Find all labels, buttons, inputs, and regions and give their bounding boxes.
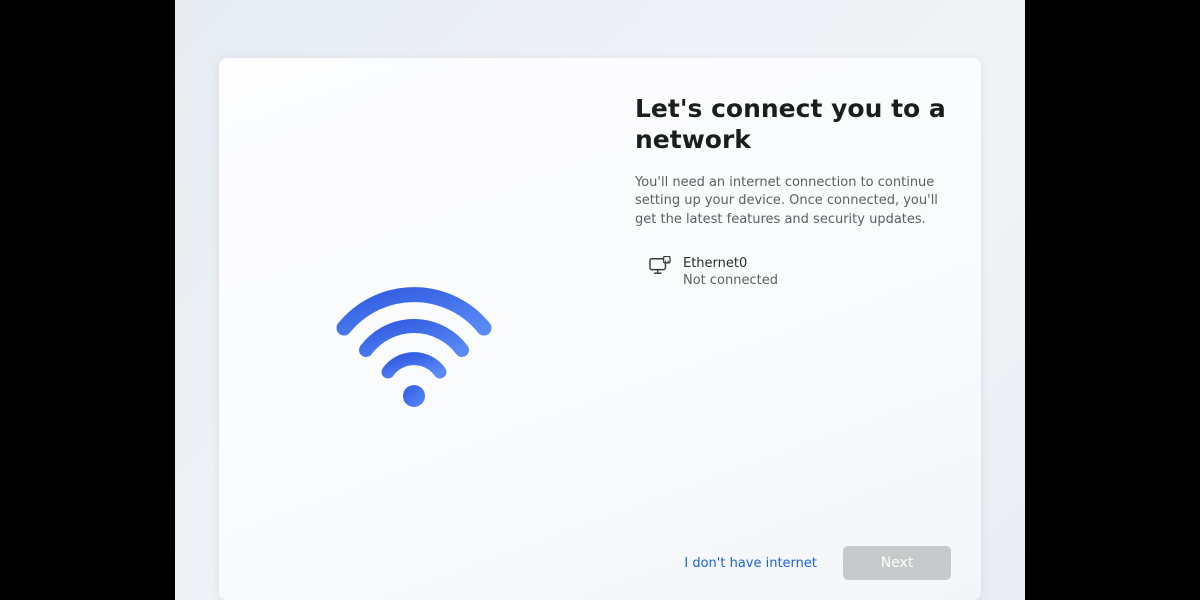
setup-card: Let's connect you to a network You'll ne… <box>219 58 981 600</box>
ethernet-icon <box>649 256 671 276</box>
no-internet-link[interactable]: I don't have internet <box>680 550 821 577</box>
network-name: Ethernet0 <box>683 256 778 273</box>
next-button[interactable]: Next <box>843 546 951 580</box>
network-item-ethernet0[interactable]: Ethernet0 Not connected <box>635 252 955 296</box>
oobe-background: Let's connect you to a network You'll ne… <box>175 0 1025 600</box>
page-title: Let's connect you to a network <box>635 93 955 156</box>
wifi-hero-icon <box>334 280 494 440</box>
content-panel: Let's connect you to a network You'll ne… <box>635 93 955 296</box>
page-subtitle: You'll need an internet connection to co… <box>635 174 955 231</box>
network-status: Not connected <box>683 273 778 290</box>
footer-actions: I don't have internet Next <box>680 546 951 580</box>
